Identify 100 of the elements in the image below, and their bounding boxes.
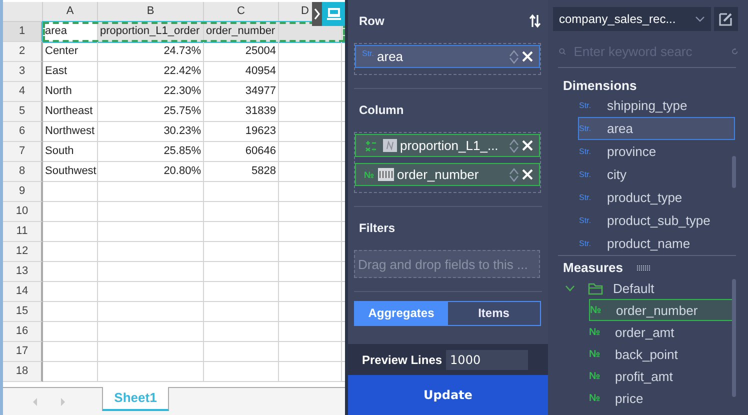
folder-item[interactable]: Default bbox=[565, 277, 748, 299]
table-cell bbox=[43, 202, 98, 222]
dimension-item[interactable]: Str. product_name bbox=[579, 232, 735, 255]
field-name: area bbox=[377, 49, 404, 64]
mode-tab[interactable]: Items bbox=[448, 302, 540, 325]
table-cell bbox=[279, 102, 342, 122]
table-cell bbox=[279, 302, 342, 322]
row-number: 6 bbox=[3, 122, 43, 142]
scrollbar-thumb[interactable] bbox=[732, 156, 736, 188]
row-number: 2 bbox=[3, 42, 43, 62]
table-cell: 5828 bbox=[204, 162, 279, 182]
table-cell bbox=[279, 242, 342, 262]
table-cell: 25.85% bbox=[98, 142, 204, 162]
preview-lines-field[interactable]: 1000 bbox=[446, 350, 528, 370]
dimension-item[interactable]: Str. product_sub_type bbox=[579, 209, 735, 232]
row-number: 15 bbox=[3, 302, 43, 322]
table-cell bbox=[43, 362, 98, 382]
table-cell bbox=[279, 362, 342, 382]
row-number: 16 bbox=[3, 322, 43, 342]
right-arrow-icon bbox=[60, 398, 66, 406]
section-title: Column bbox=[359, 103, 404, 117]
row-number: 4 bbox=[3, 82, 43, 102]
field-chip[interactable]: proportion_L1_... bbox=[355, 134, 540, 157]
section-title: Measures bbox=[563, 260, 623, 275]
table-cell bbox=[43, 262, 98, 282]
row-number: 5 bbox=[3, 102, 43, 122]
dataset-dropdown[interactable]: company_sales_rec... bbox=[553, 7, 711, 31]
field-chip[interactable]: № order_number bbox=[355, 163, 540, 186]
table-cell bbox=[279, 202, 342, 222]
dimension-item[interactable]: Str. shipping_type bbox=[579, 94, 735, 117]
table-cell bbox=[43, 282, 98, 302]
folder-icon bbox=[588, 282, 604, 294]
field-label: Preview Lines bbox=[362, 352, 442, 366]
field-name: order_number bbox=[397, 167, 480, 182]
field-name: proportion_L1_... bbox=[400, 138, 500, 153]
dimension-item[interactable]: Str. city bbox=[579, 163, 735, 186]
table-cell bbox=[279, 82, 342, 102]
number-badge-icon bbox=[383, 139, 397, 152]
measure-item[interactable]: № profit_amt bbox=[589, 365, 735, 387]
column-header: B bbox=[98, 2, 204, 22]
dimension-item[interactable]: Str. product_type bbox=[579, 186, 735, 209]
swap-arrows-icon bbox=[529, 14, 541, 28]
table-cell bbox=[43, 182, 98, 202]
chevron-down-icon bbox=[695, 16, 705, 22]
table-cell bbox=[279, 62, 342, 82]
type-tag: № bbox=[364, 170, 374, 180]
row-number: 10 bbox=[3, 202, 43, 222]
table-cell bbox=[279, 182, 342, 202]
field-chip[interactable]: Str. area bbox=[355, 45, 540, 68]
scrollbar-thumb[interactable] bbox=[732, 279, 736, 397]
row-number: 14 bbox=[3, 282, 43, 302]
table-cell: North bbox=[43, 82, 98, 102]
table-cell: 24.73% bbox=[98, 42, 204, 62]
sum-badge-icon bbox=[378, 168, 394, 181]
section-title: Dimensions bbox=[563, 78, 638, 93]
table-cell: 25004 bbox=[204, 42, 279, 62]
table-cell: 30.23% bbox=[98, 122, 204, 142]
measure-item[interactable]: № back_point bbox=[589, 343, 735, 365]
table-cell bbox=[43, 322, 98, 342]
close-icon bbox=[522, 140, 533, 151]
measure-item[interactable]: № price bbox=[589, 387, 735, 409]
sort-arrows-icon bbox=[508, 166, 520, 182]
calculator-icon bbox=[365, 140, 377, 152]
column-header: A bbox=[43, 2, 98, 22]
table-cell: 31839 bbox=[204, 102, 279, 122]
dimension-item[interactable]: Str. area bbox=[578, 117, 735, 140]
chevron-down-icon bbox=[565, 284, 575, 292]
monitor-icon bbox=[326, 8, 340, 20]
measure-item[interactable]: № order_number bbox=[589, 299, 735, 321]
table-cell: 22.42% bbox=[98, 62, 204, 82]
grid-icon bbox=[636, 264, 650, 270]
table-cell bbox=[279, 282, 342, 302]
drop-zone[interactable]: Drag and drop fields to this ... bbox=[354, 250, 540, 278]
left-arrow-icon bbox=[32, 398, 38, 406]
table-cell bbox=[43, 242, 98, 262]
type-tag: Str. bbox=[362, 49, 374, 58]
row-number: 17 bbox=[3, 342, 43, 362]
table-cell: East bbox=[43, 62, 98, 82]
table-cell: South bbox=[43, 142, 98, 162]
panel-toggle-button[interactable] bbox=[312, 2, 345, 26]
table-cell: 34977 bbox=[204, 82, 279, 102]
table-cell bbox=[43, 222, 98, 242]
table-cell bbox=[279, 342, 342, 362]
row-number: 7 bbox=[3, 142, 43, 162]
measure-item[interactable]: № order_amt bbox=[589, 321, 735, 343]
row-number: 9 bbox=[3, 182, 43, 202]
edit-button[interactable] bbox=[714, 7, 738, 31]
table-cell: Southwest bbox=[43, 162, 98, 182]
row-number: 3 bbox=[3, 62, 43, 82]
update-button[interactable]: Update bbox=[348, 375, 548, 415]
corner-cell bbox=[3, 2, 43, 22]
dimension-item[interactable]: Str. province bbox=[579, 140, 735, 163]
row-number: 1 bbox=[3, 22, 43, 42]
row-number: 13 bbox=[3, 262, 43, 282]
table-cell bbox=[279, 142, 342, 162]
table-cell: Northeast bbox=[43, 102, 98, 122]
row-number: 11 bbox=[3, 222, 43, 242]
table-cell bbox=[279, 162, 342, 182]
table-cell bbox=[43, 342, 98, 362]
sort-arrows-icon bbox=[508, 48, 520, 64]
